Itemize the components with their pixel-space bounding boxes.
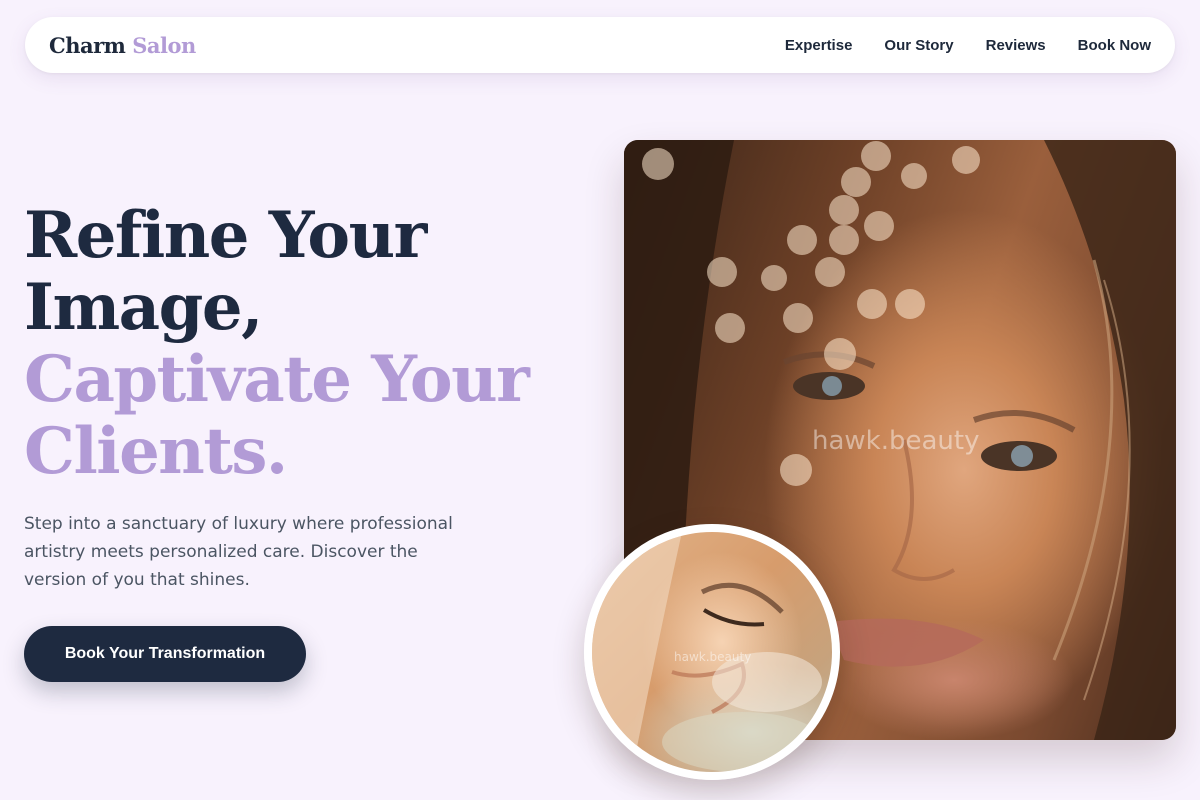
logo-word-charm: Charm <box>49 32 126 58</box>
main-image-watermark: hawk.beauty <box>812 426 980 456</box>
headline-line-1: Refine Your <box>24 198 427 273</box>
brand-logo[interactable]: Charm Salon <box>49 33 196 58</box>
headline-accent-line-2: Clients. <box>24 414 288 489</box>
top-navbar: Charm Salon Expertise Our Story Reviews … <box>25 17 1175 73</box>
nav-link-our-story[interactable]: Our Story <box>884 37 953 54</box>
hero-headline: Refine Your Image, Captivate Your Client… <box>24 200 584 488</box>
inset-image-watermark: hawk.beauty <box>674 650 752 664</box>
hero-subtext: Step into a sanctuary of luxury where pr… <box>24 514 453 590</box>
book-transformation-button[interactable]: Book Your Transformation <box>24 626 306 682</box>
nav-links: Expertise Our Story Reviews Book Now <box>785 37 1151 54</box>
nav-link-reviews[interactable]: Reviews <box>986 37 1046 54</box>
inset-circle-image: hawk.beauty <box>584 524 840 780</box>
logo-word-salon: Salon <box>132 32 196 58</box>
headline-accent-line-1: Captivate Your <box>24 342 530 417</box>
nav-link-expertise[interactable]: Expertise <box>785 37 853 54</box>
nav-link-book-now[interactable]: Book Now <box>1078 37 1151 54</box>
headline-line-2: Image, <box>24 270 263 345</box>
